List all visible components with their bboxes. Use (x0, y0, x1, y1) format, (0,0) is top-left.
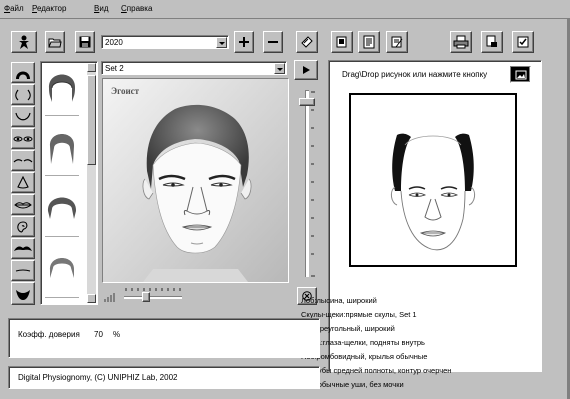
menu-help[interactable]: Справка (121, 4, 152, 13)
menu-edit[interactable]: Редактор (32, 4, 66, 13)
thumbnail-scrollbar[interactable] (87, 63, 96, 303)
category-beard-button[interactable] (11, 282, 35, 305)
floppy-disk-icon (79, 36, 91, 48)
printer-icon (453, 35, 469, 49)
open-button[interactable] (45, 31, 65, 53)
hair-thumbnail-icon (49, 134, 75, 164)
copy-icon (336, 36, 347, 48)
document-button[interactable] (358, 31, 380, 53)
export-button[interactable] (481, 31, 503, 53)
add-button[interactable] (234, 31, 254, 53)
thumbnail-item[interactable] (45, 246, 79, 298)
drop-hint: Drag\Drop рисунок или нажмите кнопку (342, 70, 488, 79)
year-value: 2020 (105, 38, 123, 47)
category-eyebrows-button[interactable] (11, 150, 35, 171)
chin-icon (15, 112, 31, 120)
thumbnail-list (40, 61, 98, 305)
mustache-icon (14, 245, 32, 251)
eyebrow-icon (13, 158, 33, 162)
composite-face-image (103, 79, 288, 282)
hair-thumbnail-icon (47, 197, 77, 219)
horizontal-slider[interactable] (124, 288, 184, 302)
set-value: Set 2 (105, 64, 124, 73)
confidence-panel: Коэфф. доверия 70 % (8, 318, 320, 358)
play-icon (303, 66, 310, 74)
edit-document-button[interactable] (386, 31, 408, 53)
mouth-line-icon (15, 268, 31, 272)
stamp-icon (301, 36, 313, 48)
category-eyes-button[interactable] (11, 128, 35, 149)
edit-document-icon (391, 36, 403, 48)
slider-thumb[interactable] (142, 292, 150, 302)
confidence-label: Коэфф. доверия (18, 330, 80, 339)
checklist-button[interactable] (512, 31, 534, 53)
slider-track (124, 296, 182, 299)
thumbnail-item[interactable] (45, 185, 79, 237)
menu-bar: Файл Редактор Вид Справка (0, 0, 570, 19)
chevron-down-icon[interactable] (216, 37, 227, 48)
ear-icon (17, 220, 28, 233)
checklist-icon (517, 36, 529, 48)
category-mouth-line-button[interactable] (11, 260, 35, 281)
volume-bars-icon (104, 293, 115, 302)
category-chin-button[interactable] (11, 106, 35, 127)
sketch-frame (349, 93, 517, 267)
hair-thumbnail-icon (49, 258, 75, 278)
face-canvas: Эгоист (102, 78, 289, 283)
minus-icon (268, 41, 278, 43)
category-nose-button[interactable] (11, 172, 35, 193)
new-face-button[interactable] (11, 31, 37, 53)
stamp-button[interactable] (296, 31, 318, 53)
category-face-shape-button[interactable] (11, 84, 35, 105)
nose-icon (17, 175, 29, 189)
description-line: Лоб:лысина, широкий (301, 296, 377, 305)
app-window: Файл Редактор Вид Справка 2020 Set 2 Эго… (0, 0, 570, 399)
save-button[interactable] (75, 31, 95, 53)
menu-view[interactable]: Вид (94, 4, 108, 13)
face-contour-icon (15, 89, 31, 100)
eyes-icon (13, 136, 33, 141)
document-icon (363, 35, 375, 49)
set-combobox[interactable]: Set 2 (101, 61, 287, 75)
export-icon (486, 35, 497, 47)
scroll-thumb[interactable] (87, 75, 96, 165)
confidence-unit: % (113, 330, 121, 339)
load-image-button[interactable] (510, 66, 531, 83)
print-button[interactable] (450, 31, 472, 53)
face-sketch-image (390, 133, 476, 251)
slider-ticks (125, 288, 181, 291)
scroll-down-icon[interactable] (87, 294, 96, 303)
scroll-up-icon[interactable] (87, 63, 96, 72)
menu-file[interactable]: Файл (4, 4, 24, 13)
category-hair-button[interactable] (11, 62, 35, 83)
status-bar: Digital Physiognomy, (C) UNIPHIZ Lab, 20… (8, 366, 320, 389)
lips-icon (14, 201, 32, 208)
confidence-value: 70 (94, 330, 103, 339)
thumbnail-item[interactable] (45, 124, 79, 176)
slider-ticks (311, 91, 315, 277)
play-button[interactable] (294, 60, 318, 80)
slider-track (305, 90, 309, 277)
year-combobox[interactable]: 2020 (101, 35, 229, 49)
thumbnail-item[interactable] (45, 64, 79, 116)
category-ears-button[interactable] (11, 216, 35, 237)
beard-icon (16, 289, 30, 300)
open-folder-icon (48, 38, 62, 48)
canvas-watermark: Эгоист (111, 86, 140, 96)
hair-thumbnail-icon (48, 74, 76, 102)
hair-icon (16, 71, 30, 79)
remove-button[interactable] (263, 31, 283, 53)
plus-icon (239, 37, 249, 47)
chevron-down-icon[interactable] (274, 63, 285, 74)
category-lips-button[interactable] (11, 194, 35, 215)
status-text: Digital Physiognomy, (C) UNIPHIZ Lab, 20… (18, 373, 178, 382)
category-mustache-button[interactable] (11, 238, 35, 259)
description-line: Рот:губы средней полноты, контур очерчен (301, 366, 452, 375)
vertical-zoom-slider[interactable] (294, 86, 318, 282)
figure-icon (19, 35, 29, 49)
copy-button[interactable] (331, 31, 353, 53)
image-icon (515, 70, 526, 79)
